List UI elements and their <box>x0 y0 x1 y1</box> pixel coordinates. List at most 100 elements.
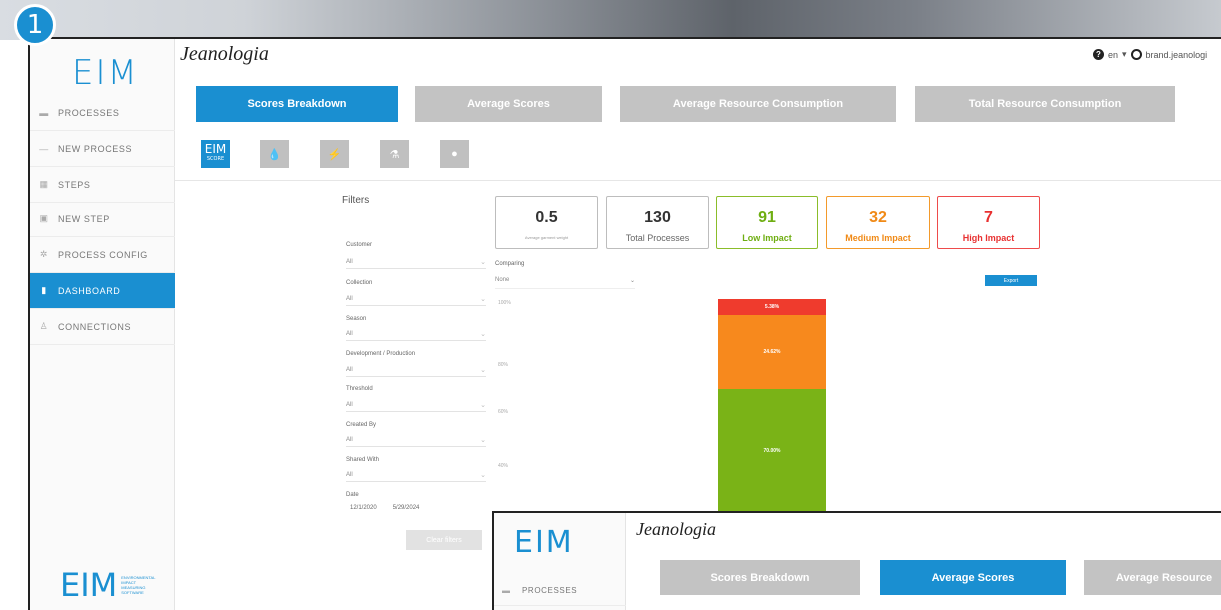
bar-data-label: 24.62% <box>763 349 781 356</box>
sidebar: EIM ▬ PROCESSES — NEW PROCESS ▦ STEPS ▣ … <box>30 39 175 610</box>
y-tick-label: 60% <box>498 409 509 415</box>
total-processes-label: Total Processes <box>625 233 690 243</box>
low-impact-card[interactable]: 91 Low Impact <box>716 196 818 249</box>
bar-segment-low-impact[interactable]: 70.00% <box>718 389 826 513</box>
average-weight-value: 0.5 <box>535 209 558 226</box>
medium-impact-card[interactable]: 32 Medium Impact <box>826 196 930 249</box>
gear-icon: ✲ <box>39 249 49 259</box>
tab-scores-breakdown[interactable]: Scores Breakdown <box>196 86 398 122</box>
water-icon[interactable]: 💧 <box>260 140 289 168</box>
high-impact-card[interactable]: 7 High Impact <box>937 196 1040 249</box>
high-impact-value: 7 <box>984 209 993 226</box>
tab-total-resource-consumption[interactable]: Total Resource Consumption <box>915 86 1175 122</box>
overlay-sidebar: EIM ▬ PROCESSES <box>494 513 626 610</box>
brand-logo[interactable]: Jeanologia <box>180 43 269 66</box>
sidebar-item-label: PROCESSES <box>58 107 120 118</box>
chevron-down-icon: ⌄ <box>480 471 486 479</box>
filter-label-created-by: Created By <box>346 422 377 428</box>
footer-tagline: ENVIRONMENTAL IMPACT MEASURING SOFTWARE <box>121 575 156 595</box>
medium-impact-label: Medium Impact <box>845 233 911 243</box>
total-processes-value: 130 <box>644 209 671 226</box>
overlay-eim-logo[interactable]: EIM <box>514 525 574 560</box>
export-button[interactable]: Export <box>985 275 1037 286</box>
filter-label-shared-with: Shared With <box>346 457 380 463</box>
select-value: All <box>346 295 353 302</box>
list-icon: ▬ <box>39 107 49 118</box>
chevron-down-icon: ⌄ <box>480 330 486 338</box>
footer-logo-text: EIM <box>60 566 118 604</box>
background-photo-band <box>0 0 1221 40</box>
filter-label-development-production: Development / Production <box>346 351 416 357</box>
high-impact-label: High Impact <box>962 233 1015 243</box>
overlay-brand-logo[interactable]: Jeanologia <box>636 519 716 540</box>
eim-score-icon[interactable]: EIM SCORE <box>201 140 230 168</box>
filter-label-date: Date <box>346 492 359 498</box>
average-weight-card: 0.5 Average garment weight <box>495 196 598 249</box>
medium-impact-value: 32 <box>869 209 887 226</box>
bar-chart-icon: ▮ <box>41 285 47 295</box>
clear-filters-button[interactable]: Clear filters <box>406 530 482 550</box>
energy-icon[interactable]: ⚡ <box>320 140 349 168</box>
select-value: All <box>346 258 353 265</box>
sidebar-item-label: NEW STEP <box>58 213 110 224</box>
chemicals-icon[interactable]: ⚗ <box>380 140 409 168</box>
sidebar-item-process-config[interactable]: ✲ PROCESS CONFIG <box>30 237 175 273</box>
date-from-input[interactable]: 12/1/2020 <box>350 505 377 511</box>
tab-average-scores[interactable]: Average Scores <box>415 86 602 122</box>
customer-select[interactable]: All ⌄ <box>346 255 486 269</box>
sidebar-item-dashboard[interactable]: ▮ DASHBOARD <box>30 273 175 309</box>
sidebar-item-label: CONNECTIONS <box>58 321 132 332</box>
sidebar-item-new-process[interactable]: — NEW PROCESS <box>30 131 175 167</box>
sidebar-item-label: PROCESS CONFIG <box>58 249 148 260</box>
filter-label-collection: Collection <box>346 280 373 286</box>
threshold-select[interactable]: All ⌄ <box>346 398 486 412</box>
season-select[interactable]: All ⌄ <box>346 327 486 341</box>
created-by-select[interactable]: All ⌄ <box>346 433 486 447</box>
date-range: 12/1/2020 5/29/2024 <box>350 505 419 511</box>
eim-score-sublabel: SCORE <box>206 156 225 162</box>
person-icon: ♙ <box>39 321 49 331</box>
bar-data-label: 5.38% <box>764 304 780 311</box>
y-tick-label: 40% <box>498 463 509 469</box>
shared-with-select[interactable]: All ⌄ <box>346 468 486 482</box>
collection-select[interactable]: All ⌄ <box>346 292 486 306</box>
chevron-down-icon[interactable]: ▾ <box>1122 49 1127 60</box>
chevron-down-icon: ⌄ <box>480 401 486 409</box>
average-weight-label: Average garment weight <box>524 235 569 240</box>
eim-score-label: EIM <box>204 142 227 156</box>
eim-logo[interactable]: EIM <box>72 53 139 93</box>
overlay-tab-scores-breakdown[interactable]: Scores Breakdown <box>660 560 860 595</box>
plus-line-icon: — <box>39 143 49 154</box>
tab-average-resource-consumption[interactable]: Average Resource Consumption <box>620 86 896 122</box>
user-name[interactable]: brand.jeanologi <box>1146 50 1208 60</box>
chevron-down-icon: ⌄ <box>629 278 635 284</box>
overlay-sidebar-item-processes[interactable]: ▬ PROCESSES <box>494 576 626 606</box>
low-impact-label: Low Impact <box>742 233 792 243</box>
grid-icon: ▦ <box>39 179 49 189</box>
help-icon[interactable]: ? <box>1093 49 1104 60</box>
list-icon: ▬ <box>502 586 511 595</box>
low-impact-value: 91 <box>758 209 776 226</box>
sidebar-item-new-step[interactable]: ▣ NEW STEP <box>30 201 175 237</box>
select-value: All <box>346 366 353 373</box>
overlay-tab-average-scores[interactable]: Average Scores <box>880 560 1066 595</box>
bar-segment-medium-impact[interactable]: 24.62% <box>718 315 826 389</box>
chevron-down-icon: ⌄ <box>480 258 486 266</box>
language-selector[interactable]: en <box>1108 50 1118 60</box>
bar-segment-high-impact[interactable]: 5.38% <box>718 299 826 316</box>
select-value: All <box>346 401 353 408</box>
development-production-select[interactable]: All ⌄ <box>346 363 486 377</box>
sidebar-item-processes[interactable]: ▬ PROCESSES <box>30 95 175 131</box>
y-tick-label: 100% <box>498 300 511 306</box>
worker-icon[interactable]: ● <box>440 140 469 168</box>
comparing-select[interactable]: None ⌄ <box>495 277 635 289</box>
sidebar-item-connections[interactable]: ♙ CONNECTIONS <box>30 309 175 345</box>
total-processes-card: 130 Total Processes <box>606 196 709 249</box>
bar-data-label: 70.00% <box>763 448 781 454</box>
user-icon[interactable] <box>1130 49 1142 60</box>
overlay-tab-average-resource[interactable]: Average Resource <box>1084 560 1221 595</box>
sidebar-item-steps[interactable]: ▦ STEPS <box>30 167 175 203</box>
date-to-input[interactable]: 5/29/2024 <box>393 505 420 511</box>
chevron-down-icon: ⌄ <box>480 295 486 303</box>
select-value: All <box>346 330 353 337</box>
